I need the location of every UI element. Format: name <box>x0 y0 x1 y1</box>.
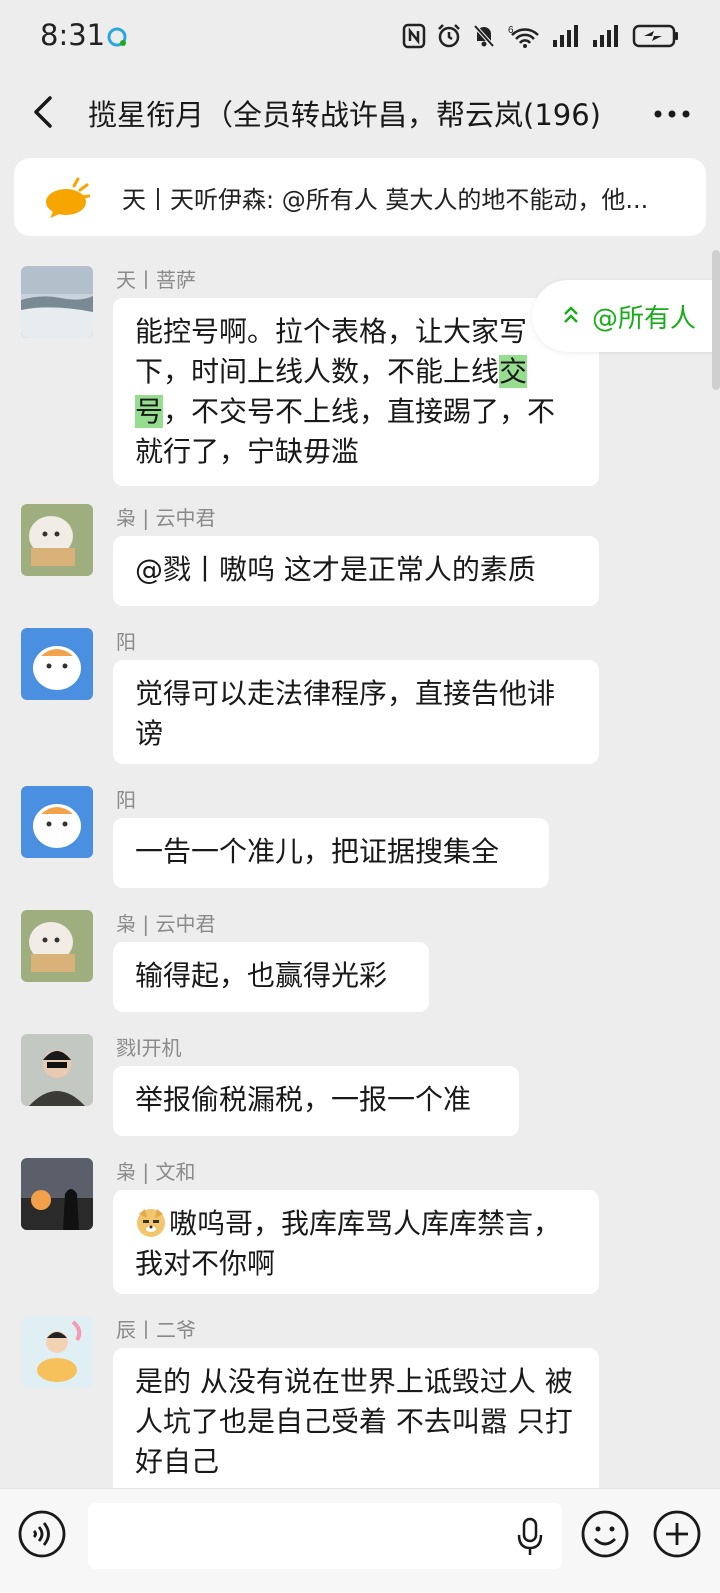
sender-name: 阳 <box>116 630 136 654</box>
avatar[interactable] <box>21 1316 93 1388</box>
battery-charging-icon <box>632 24 678 48</box>
scrollbar[interactable] <box>712 250 720 390</box>
message-text: 是的 从没有说在世界上诋毁过人 被人坑了也是自己受着 不去叫嚣 只打好自己 <box>135 1365 573 1478</box>
message-bubble[interactable]: 输得起，也赢得光彩 <box>113 942 429 1012</box>
nfc-icon <box>402 23 426 49</box>
message-text: ，不交号不上线，直接踢了，不 <box>163 395 556 428</box>
message-text: @戮丨嗷呜 这才是正常人的素质 <box>135 553 536 586</box>
signal-icon-2 <box>593 25 618 47</box>
alarm-icon <box>438 24 460 48</box>
chat-title[interactable]: 揽星衔月（全员转战许昌，帮云岚(196) <box>88 92 628 134</box>
message-text: 输得起，也赢得光彩 <box>135 959 388 992</box>
at-all-label: @所有人 <box>592 304 697 334</box>
message-list[interactable]: 天丨菩萨 能控号啊。拉个表格，让大家写 下，时间上线人数，不能上线交 号，不交号… <box>0 248 720 1488</box>
megaphone-icon <box>46 177 90 218</box>
highlighted-text: 交 <box>499 355 528 388</box>
pinned-text: 天丨天听伊森: @所有人 莫大人的地不能动，他... <box>122 186 649 214</box>
sender-name: 枭 | 云中君 <box>116 506 216 530</box>
message-line: 号，不交号不上线，直接踢了，不 <box>135 392 577 432</box>
wifi-icon: 6 <box>508 25 539 48</box>
message-text: 觉得可以走法律程序，直接告他诽谤 <box>135 677 556 750</box>
input-bar <box>0 1488 720 1593</box>
double-chevron-up-icon <box>564 306 578 323</box>
message-line: 下，时间上线人数，不能上线交 <box>135 352 577 392</box>
highlighted-text: 号 <box>135 395 164 428</box>
avatar[interactable] <box>21 504 93 576</box>
smiley-icon[interactable] <box>580 1509 630 1559</box>
message-bubble[interactable]: 举报偷税漏税，一报一个准 <box>113 1066 519 1136</box>
message-text: 一告一个准儿，把证据搜集全 <box>135 835 500 868</box>
message-bubble[interactable]: @戮丨嗷呜 这才是正常人的素质 <box>113 536 599 606</box>
sender-name: 辰丨二爷 <box>116 1318 196 1342</box>
message-bubble[interactable]: 嗷呜哥，我库库骂人库库禁言，我对不你啊 <box>113 1190 599 1294</box>
message-text: 下，时间上线人数，不能上线 <box>135 355 500 388</box>
pinned-announcement[interactable]: 天丨天听伊森: @所有人 莫大人的地不能动，他... <box>14 158 706 236</box>
avatar[interactable] <box>21 1158 93 1230</box>
status-time: 8:31 <box>40 18 106 52</box>
avatar[interactable] <box>21 786 93 858</box>
mute-bell-icon <box>473 24 495 48</box>
at-all-jump-button[interactable]: @所有人 <box>532 280 720 352</box>
more-dots-icon[interactable] <box>652 96 692 132</box>
message-line: 能控号啊。拉个表格，让大家写 <box>135 315 528 348</box>
signal-icon <box>553 25 578 47</box>
message-text: 嗷呜哥，我库库骂人库库禁言，我对不你啊 <box>135 1207 562 1280</box>
status-bar: 8:31 6 <box>0 0 720 72</box>
avatar[interactable] <box>21 266 93 338</box>
message-bubble[interactable]: 是的 从没有说在世界上诋毁过人 被人坑了也是自己受着 不去叫嚣 只打好自己 <box>113 1348 599 1488</box>
message-line: 就行了，宁缺毋滥 <box>135 435 360 468</box>
avatar[interactable] <box>21 910 93 982</box>
microphone-icon[interactable] <box>516 1517 544 1557</box>
doge-emoji-icon <box>137 1209 165 1237</box>
message-bubble[interactable]: 觉得可以走法律程序，直接告他诽谤 <box>113 660 599 764</box>
sender-name: 阳 <box>116 788 136 812</box>
message-input[interactable] <box>88 1503 562 1569</box>
chevron-left-icon[interactable] <box>24 92 64 132</box>
avatar[interactable] <box>21 628 93 700</box>
chat-header: 揽星衔月（全员转战许昌，帮云岚(196) <box>0 72 720 154</box>
message-text: 举报偷税漏税，一报一个准 <box>135 1083 472 1116</box>
message-bubble[interactable]: 能控号啊。拉个表格，让大家写 下，时间上线人数，不能上线交 号，不交号不上线，直… <box>113 298 599 486</box>
sender-name: 枭 | 文和 <box>116 1160 196 1184</box>
sender-name: 枭 | 云中君 <box>116 912 216 936</box>
message-bubble[interactable]: 一告一个准儿，把证据搜集全 <box>113 818 549 888</box>
sender-name: 天丨菩萨 <box>116 268 196 292</box>
app-notification-icon <box>107 27 127 47</box>
plus-circle-icon[interactable] <box>652 1509 702 1559</box>
sender-name: 戮l开机 <box>116 1036 182 1060</box>
avatar[interactable] <box>21 1034 93 1106</box>
voice-icon[interactable] <box>17 1509 67 1559</box>
